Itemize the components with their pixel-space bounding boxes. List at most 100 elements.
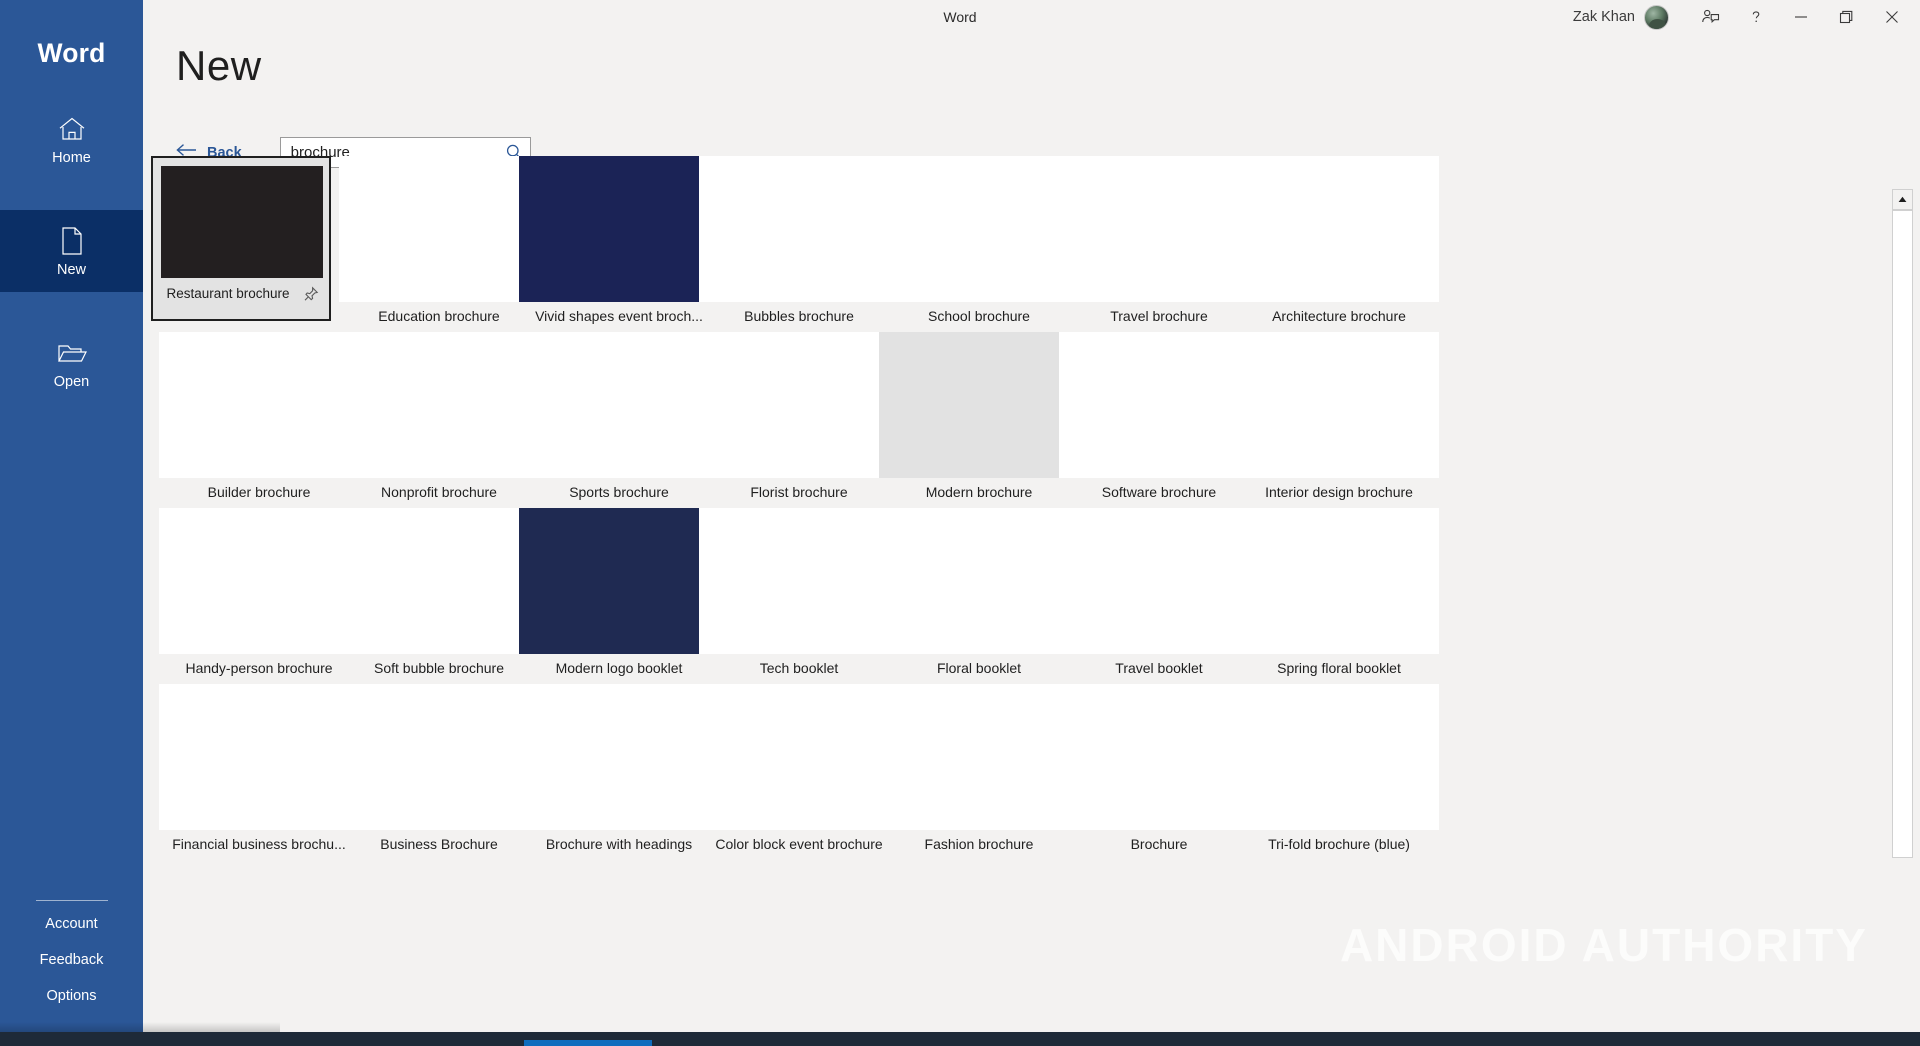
scrollbar-thumb[interactable] [1892, 210, 1913, 858]
template-thumbnail: "Add a quote here tohighlight yourbusine… [159, 332, 359, 478]
template-thumbnail-frame: Title or Heading HereTitle or Heading He… [339, 508, 539, 654]
template-thumbnail: THIS IS A HEADING1 TITLE FOR YOURSTORY"P… [1239, 156, 1439, 302]
sidebar-item-open[interactable]: Open [0, 322, 143, 404]
sidebar-link-account[interactable]: Account [0, 916, 143, 932]
template-card[interactable]: HEADLINE TITLERESTAURANT Restaurant broch… [151, 156, 331, 321]
template-thumbnail-frame: Insert brochure title or basic companyUs… [159, 684, 359, 830]
account-name: Zak Khan [1572, 9, 1635, 25]
template-thumbnail-frame: Title or Heading HereTitle or Heading He… [699, 156, 899, 302]
word-backstage-window: Word Zak Khan Word Home New Open Account… [0, 0, 1920, 1046]
sidebar-item-label: Open [53, 374, 90, 390]
template-card-label: Tri-fold brochure (blue) [1268, 836, 1410, 852]
new-document-pane: New Back HEADLINE TITLEREST [143, 34, 1920, 1046]
template-thumbnail-frame: Who we areBooklet Title[Subtitle] [1239, 508, 1439, 654]
template-card-label: Restaurant brochure [166, 286, 290, 301]
help-icon[interactable] [1733, 0, 1778, 34]
template-thumbnail: SUBTITLE 1HEADING 2SUBTITLE 1HEADING 3He… [519, 684, 719, 830]
home-icon [57, 112, 87, 146]
template-thumbnail: This is a greatspot for a missionstateme… [1239, 332, 1439, 478]
app-brand-label: Word [37, 38, 106, 68]
avatar[interactable] [1644, 4, 1669, 30]
template-thumbnail: Title or Heading HereCommon Heading/Text… [339, 156, 539, 302]
template-thumbnail-frame: This is a greatspot for amissionstatemen… [1239, 684, 1439, 830]
backstage-sidebar: Word Home New Open Account Feedback Opti… [0, 0, 143, 1032]
template-thumbnail: How do you get started with thistemplate… [339, 684, 539, 830]
sidebar-item-label: Home [52, 150, 91, 166]
template-grid[interactable]: HEADLINE TITLERESTAURANT Restaurant broch… [143, 156, 1873, 1032]
template-thumbnail: Who we areContact UsStreet AddressCity, … [879, 508, 1079, 654]
template-thumbnail-frame: "Add a quote here tohighlight yourbusine… [159, 332, 359, 478]
sidebar-item-new[interactable]: New [0, 210, 143, 292]
template-card[interactable]: Who we areBooklet Title[Subtitle] Spring … [1231, 508, 1447, 708]
template-thumbnail: HOW DO YOU GETSTARTED WITH THISTEMPLATE?… [519, 156, 719, 302]
template-thumbnail: Who we areBooklet Title[Subtitle] [1239, 508, 1439, 654]
template-thumbnail-frame: HOW DO YOU GETSTARTED WITH THISTEMPLATE?… [339, 332, 539, 478]
template-thumbnail-frame: Title or Heading HereTitle or Heading He… [699, 332, 899, 478]
title-bar: Word Zak Khan [0, 0, 1920, 34]
template-grid-scrollbar[interactable] [1892, 189, 1913, 1046]
template-thumbnail: Headline, Story 1Headline, Story 2DateTi… [879, 156, 1079, 302]
template-thumbnail: Title or Heading HereTitle or Heading He… [699, 332, 899, 478]
template-thumbnail-frame: AWSDCOMPANY LOGOABOUT USCONTACT USBROCHU… [879, 332, 1079, 478]
template-grid-row: Insert brochure title or basic companyUs… [143, 684, 1873, 904]
template-thumbnail-frame: HEADLINE TITLERESTAURANT [161, 166, 323, 278]
template-thumbnail: LOREMIPSUMCONTACT USBROCHURENAMESUBTITLE [699, 684, 899, 830]
template-thumbnail-frame: Text or caption for your photoHow do you… [1059, 684, 1259, 830]
pin-icon[interactable] [303, 286, 319, 302]
template-thumbnail-frame: LOREMIPSUMCONTACT USBROCHURENAMESUBTITLE [699, 684, 899, 830]
template-card[interactable]: THIS IS A HEADING1 TITLE FOR YOURSTORY"P… [1231, 156, 1447, 356]
template-thumbnail: Insert brochure title or basic companyUs… [159, 684, 359, 830]
template-thumbnail-frame: HOW DO YOU GETSTARTED WITH THISTEMPLATE?… [519, 332, 719, 478]
template-thumbnail-frame: THIS IS A HEADING1 TITLE FOR YOURSTORY"P… [1239, 156, 1439, 302]
template-thumbnail-frame: Headline, Story 1Headline, Story 2DateTi… [879, 156, 1079, 302]
template-thumbnail-frame: WHO WE ARECONTACT US[Title of YourBookle… [699, 508, 899, 654]
template-thumbnail-frame: SUBTITLE 1HEADING 2SUBTITLE 1HEADING 3He… [519, 684, 719, 830]
sidebar-link-options[interactable]: Options [0, 988, 143, 1004]
sidebar-link-feedback[interactable]: Feedback [0, 952, 143, 968]
template-card[interactable]: This is a greatspot for amissionstatemen… [1231, 684, 1447, 884]
template-thumbnail-frame: HOW DO YOU GETSTARTED WITH THISTEMPLATE?… [519, 156, 719, 302]
template-card[interactable]: This is a greatspot for a missionstateme… [1231, 332, 1447, 532]
template-thumbnail-frame: MARGIE'S TRAVELOFFERS YOUTHE FOLLOWING:0… [1059, 156, 1259, 302]
taskbar-active-indicator [524, 1040, 652, 1046]
folder-open-icon [56, 336, 88, 370]
template-thumbnail-frame: HOW DO YOU GETSTARTED WITH THISTEMPLATE?… [159, 508, 359, 654]
page-title: New [176, 42, 262, 89]
person-feedback-icon[interactable] [1688, 0, 1733, 34]
sidebar-item-home[interactable]: Home [0, 98, 143, 180]
template-card-label: Spring floral booklet [1277, 660, 1401, 676]
template-thumbnail: Company LogoWho we areContact UsStreet A… [519, 508, 719, 654]
template-thumbnail: BonWho we areContact UsPhone: TelephoneE… [1059, 508, 1259, 654]
template-thumbnail: Text or caption for your photoHow do you… [1059, 684, 1259, 830]
sidebar-divider [36, 900, 108, 901]
template-card-label: Architecture brochure [1272, 308, 1406, 324]
taskbar[interactable] [0, 1032, 1920, 1046]
template-thumbnail: About UsOur HistoryStreet AddressCity, S… [879, 684, 1079, 830]
template-thumbnail: HOW DO YOU GETSTARTED WITH THISTEMPLATE?… [519, 332, 719, 478]
template-thumbnail-frame: About UsOur HistoryStreet AddressCity, S… [879, 684, 1079, 830]
template-thumbnail-frame: Company LogoWho we areContact UsStreet A… [519, 508, 719, 654]
template-thumbnail-frame: How do you get started with thistemplate… [339, 684, 539, 830]
template-card-label: Interior design brochure [1265, 484, 1413, 500]
template-thumbnail: MARGIE'S TRAVELOFFERS YOUTHE FOLLOWING:0… [1059, 156, 1259, 302]
caret-up-icon[interactable] [1892, 189, 1913, 210]
close-icon[interactable] [1868, 0, 1916, 34]
template-thumbnail: Title or Heading HereTitle or Heading He… [339, 508, 539, 654]
template-thumbnail: HOW DO YOU GETSTARTED WITH THISTEMPLATE?… [159, 508, 359, 654]
template-thumbnail-frame: Title or Heading HereCommon Heading/Text… [339, 156, 539, 302]
template-thumbnail: HEADLINE TITLE"Put a quote note touse an… [1059, 332, 1259, 478]
document-icon [59, 224, 85, 258]
template-thumbnail-frame: BonWho we areContact UsPhone: TelephoneE… [1059, 508, 1259, 654]
template-thumbnail: WHO WE ARECONTACT US[Title of YourBookle… [699, 508, 899, 654]
template-thumbnail: Title or Heading HereTitle or Heading He… [699, 156, 899, 302]
minimize-icon[interactable] [1778, 0, 1823, 34]
sidebar-item-label: New [56, 262, 86, 278]
template-thumbnail: This is a greatspot for amissionstatemen… [1239, 684, 1439, 830]
template-thumbnail-frame: HEADLINE TITLE"Put a quote note touse an… [1059, 332, 1259, 478]
scrollbar-track[interactable] [1892, 210, 1913, 1036]
restore-icon[interactable] [1823, 0, 1868, 34]
template-thumbnail: HOW DO YOU GETSTARTED WITH THISTEMPLATE?… [339, 332, 539, 478]
title-bar-controls: Zak Khan [1573, 0, 1920, 34]
template-thumbnail-frame: This is a greatspot for a missionstateme… [1239, 332, 1439, 478]
template-thumbnail: HEADLINE TITLERESTAURANT [161, 166, 323, 278]
